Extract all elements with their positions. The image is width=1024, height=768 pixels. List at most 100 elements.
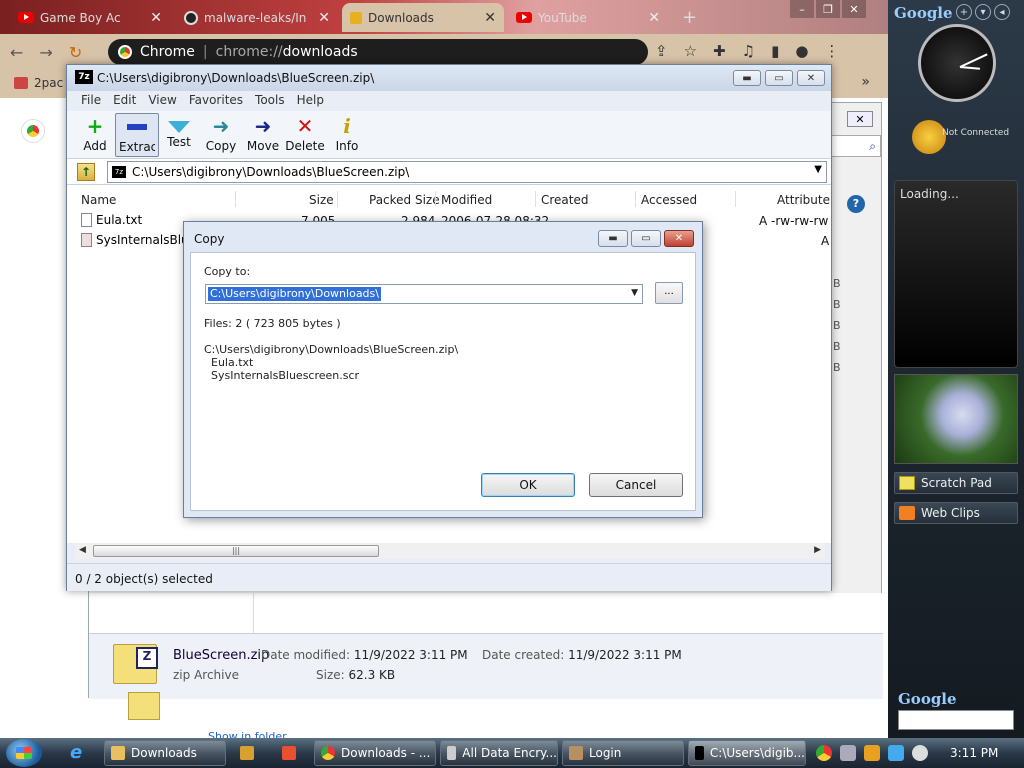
sevenzip-titlebar[interactable]: 7z C:\Users\digibrony\Downloads\BlueScre… [67, 65, 831, 91]
menu-edit[interactable]: Edit [107, 91, 142, 111]
chevron-down-icon[interactable]: ▼ [631, 288, 638, 298]
cancel-button[interactable]: Cancel [589, 473, 683, 497]
scroll-right-icon[interactable]: ▶ [814, 545, 821, 555]
delete-button[interactable]: ✕ Delete [283, 113, 327, 157]
scroll-thumb[interactable]: ||| [93, 545, 379, 557]
column-separator[interactable] [337, 191, 338, 207]
clock-time[interactable]: 3:11 PM [950, 746, 998, 760]
menu-tools[interactable]: Tools [249, 91, 291, 111]
forward-icon[interactable]: → [39, 43, 52, 62]
back-icon[interactable]: ← [10, 43, 23, 62]
extract-button[interactable]: Extract [115, 113, 159, 157]
web-clips-gadget[interactable]: Web Clips [894, 502, 1018, 524]
horizontal-scrollbar[interactable]: ◀ ||| ▶ [75, 543, 825, 559]
browse-button[interactable]: ... [655, 282, 683, 304]
media-icon[interactable]: ♫ [742, 42, 755, 60]
back-icon[interactable]: ◂ [994, 4, 1010, 20]
display-tray-icon[interactable] [888, 745, 904, 761]
maximize-button[interactable]: ❐ [816, 0, 840, 18]
profile-icon[interactable]: ● [795, 42, 808, 60]
new-tab-button[interactable]: + [674, 3, 704, 32]
address-bar[interactable]: Chrome | chrome://downloads [108, 39, 648, 65]
folder-up-icon[interactable]: ↑ [77, 163, 95, 181]
close-icon[interactable]: ✕ [484, 10, 496, 26]
clock-gadget[interactable] [918, 24, 996, 102]
scroll-left-icon[interactable]: ◀ [79, 545, 86, 555]
column-separator[interactable] [735, 191, 736, 207]
tab-game-boy[interactable]: Game Boy Ac ✕ [10, 3, 170, 32]
tab-downloads[interactable]: Downloads ✕ [342, 3, 504, 32]
volume-tray-icon[interactable] [912, 745, 928, 761]
column-name[interactable]: Name [81, 193, 116, 207]
scratch-pad-gadget[interactable]: Scratch Pad [894, 472, 1018, 494]
column-separator[interactable] [435, 191, 436, 207]
sidepanel-icon[interactable]: ▮ [771, 42, 779, 60]
address-combo[interactable]: 7z C:\Users\digibrony\Downloads\BlueScre… [107, 161, 827, 183]
menu-view[interactable]: View [142, 91, 182, 111]
close-button[interactable]: ✕ [664, 230, 694, 247]
photo-gadget[interactable] [894, 374, 1018, 464]
column-separator[interactable] [535, 191, 536, 207]
maximize-button[interactable]: ▭ [765, 70, 793, 86]
search-icon[interactable]: ⌕ [829, 135, 881, 157]
column-created[interactable]: Created [541, 193, 589, 207]
search-tray-icon[interactable] [864, 745, 880, 761]
ok-button[interactable]: OK [481, 473, 575, 497]
info-button[interactable]: i Info [325, 113, 369, 157]
menu-help[interactable]: Help [291, 91, 330, 111]
column-packed-size[interactable]: Packed Size [369, 193, 440, 207]
task-chrome-downloads[interactable]: Downloads - ... [314, 740, 436, 766]
copy-to-path[interactable]: C:\Users\digibrony\Downloads\ [207, 286, 382, 302]
task-sevenzip[interactable]: C:\Users\digib... [688, 740, 806, 766]
column-separator[interactable] [235, 191, 236, 207]
gear-tray-icon[interactable] [840, 745, 856, 761]
app-icon[interactable] [282, 746, 296, 760]
copy-button[interactable]: ➜ Copy [199, 113, 243, 157]
close-button[interactable]: ✕ [842, 0, 866, 18]
options-icon[interactable]: ▾ [975, 4, 991, 20]
menu-icon[interactable]: ⋮ [824, 42, 839, 60]
column-modified[interactable]: Modified [441, 193, 492, 207]
add-gadget-icon[interactable]: + [956, 4, 972, 20]
close-button[interactable]: ✕ [847, 111, 873, 127]
chrome-tray-icon[interactable] [816, 745, 832, 761]
bookmark-2pac[interactable]: 2pac [14, 76, 63, 90]
bookmarks-more-icon[interactable]: » [861, 74, 870, 90]
maximize-button[interactable]: ▭ [631, 230, 661, 247]
column-size[interactable]: Size [309, 193, 334, 207]
close-icon[interactable]: ✕ [318, 10, 330, 26]
google-search-input[interactable] [898, 710, 1014, 730]
task-login[interactable]: Login [562, 740, 684, 766]
task-downloads-explorer[interactable]: Downloads [104, 740, 226, 766]
menu-file[interactable]: File [75, 91, 107, 111]
share-icon[interactable]: ⇪ [655, 42, 668, 60]
internet-explorer-icon[interactable]: e [70, 744, 88, 762]
reload-icon[interactable]: ↻ [69, 43, 82, 62]
test-button[interactable]: Test [157, 113, 201, 157]
start-button[interactable] [6, 739, 42, 767]
tab-malware-leaks[interactable]: malware-leaks/In ✕ [176, 3, 338, 32]
minimize-button[interactable]: ▬ [733, 70, 761, 86]
add-button[interactable]: + Add [73, 113, 117, 157]
task-all-data-encrypted[interactable]: All Data Encry... [440, 740, 558, 766]
menu-favorites[interactable]: Favorites [183, 91, 249, 111]
copy-to-combobox[interactable]: C:\Users\digibrony\Downloads\ ▼ [205, 284, 643, 304]
column-separator[interactable] [635, 191, 636, 207]
column-attributes[interactable]: Attribute [777, 193, 830, 207]
close-icon[interactable]: ✕ [648, 10, 660, 26]
tab-youtube[interactable]: YouTube ✕ [508, 3, 668, 32]
label: Size: [316, 668, 345, 682]
minimize-button[interactable]: – [790, 0, 814, 18]
close-button[interactable]: ✕ [797, 70, 825, 86]
minimize-button[interactable]: ▬ [598, 230, 628, 247]
column-accessed[interactable]: Accessed [641, 193, 697, 207]
move-button[interactable]: ➜ Move [241, 113, 285, 157]
table-row[interactable]: Eula.txt [81, 211, 142, 229]
media-player-icon[interactable] [240, 746, 254, 760]
close-icon[interactable]: ✕ [150, 10, 162, 26]
extensions-icon[interactable]: ✚ [713, 42, 726, 60]
chevron-down-icon[interactable]: ▼ [814, 164, 822, 175]
star-icon[interactable]: ☆ [684, 42, 697, 60]
loading-gadget[interactable]: Loading... [894, 180, 1018, 368]
help-icon[interactable]: ? [847, 195, 865, 213]
